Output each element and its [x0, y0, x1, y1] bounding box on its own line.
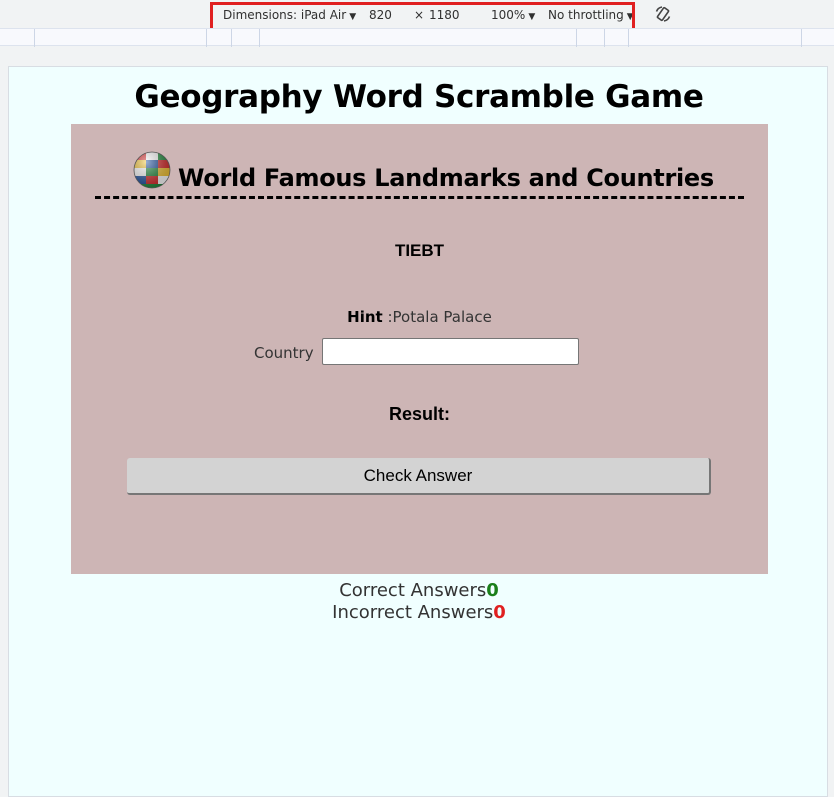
page-title: Geography Word Scramble Game: [134, 79, 704, 115]
hint-value: Potala Palace: [392, 308, 492, 326]
hint-label: Hint: [347, 308, 383, 326]
ruler-tick: [628, 29, 629, 47]
globe-flags-icon: [133, 151, 171, 189]
page-viewport: Geography Word Scramble Game World Famou…: [8, 66, 828, 797]
ruler-tick: [206, 29, 207, 47]
devtools-device-toolbar: Dimensions: iPad Air ▼ 820 × 1180 100% ▼ N…: [0, 0, 834, 33]
card-heading-text: World Famous Landmarks and Countries: [178, 164, 714, 192]
ruler-tick: [604, 29, 605, 47]
ruler-tick: [34, 29, 35, 47]
ruler-tick: [576, 29, 577, 47]
country-input[interactable]: [322, 338, 579, 365]
correct-count: 0: [486, 580, 499, 601]
scrambled-word: TIEBT: [394, 241, 445, 260]
result-label: Result:: [388, 404, 450, 424]
incorrect-count: 0: [493, 602, 506, 623]
media-query-ruler: [0, 28, 834, 47]
correct-label: Correct Answers: [339, 580, 487, 601]
check-answer-button[interactable]: Check Answer: [127, 458, 711, 495]
rotate-icon[interactable]: [654, 5, 672, 23]
ruler-tick: [801, 29, 802, 47]
game-card: World Famous Landmarks and Countries TIE…: [71, 124, 768, 574]
correct-answers: Correct Answers0: [9, 580, 829, 601]
ruler-tick: [231, 29, 232, 47]
hint-separator: :: [382, 308, 393, 326]
incorrect-label: Incorrect Answers: [332, 602, 494, 623]
hint-row: Hint :Potala Palace: [71, 308, 768, 326]
incorrect-answers: Incorrect Answers0: [9, 602, 829, 623]
ruler-tick: [259, 29, 260, 47]
card-heading: World Famous Landmarks and Countries: [95, 150, 744, 199]
country-label: Country: [254, 344, 314, 362]
